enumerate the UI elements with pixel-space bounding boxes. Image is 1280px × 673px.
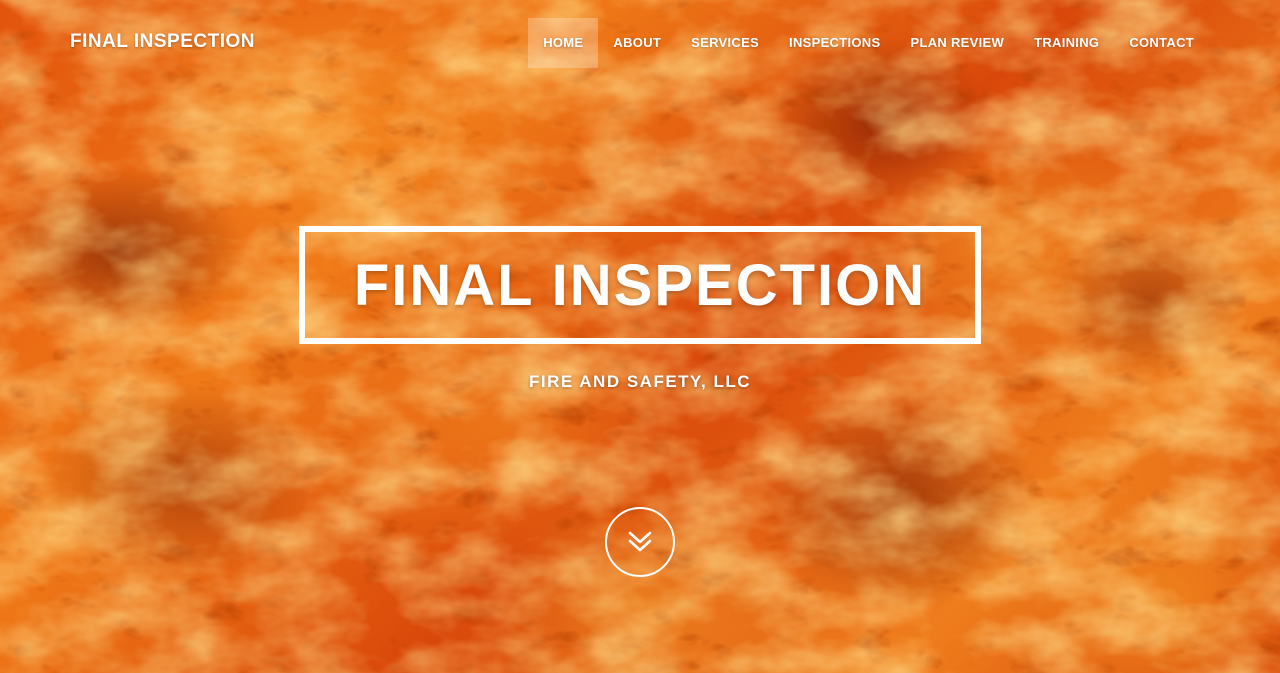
nav-home[interactable]: HOME	[528, 18, 599, 68]
site-logo[interactable]: FINAL INSPECTION	[70, 31, 255, 53]
page: FINAL INSPECTION HOME ABOUT SERVICES INS…	[0, 0, 1280, 673]
hero-subtitle: FIRE AND SAFETY, LLC	[528, 372, 752, 391]
double-chevron-down-icon	[628, 531, 652, 552]
hero-title-frame: FINAL INSPECTION	[299, 226, 981, 344]
main-nav: HOME ABOUT SERVICES INSPECTIONS PLAN REV…	[528, 18, 1209, 68]
hero-title: FINAL INSPECTION	[353, 252, 927, 318]
scroll-down-button[interactable]	[605, 507, 675, 577]
nav-inspections[interactable]: INSPECTIONS	[774, 18, 895, 68]
nav-training[interactable]: TRAINING	[1019, 18, 1114, 68]
nav-about[interactable]: ABOUT	[598, 18, 676, 68]
nav-services[interactable]: SERVICES	[676, 18, 774, 68]
nav-contact[interactable]: CONTACT	[1114, 18, 1209, 68]
nav-plan-review[interactable]: PLAN REVIEW	[895, 18, 1019, 68]
